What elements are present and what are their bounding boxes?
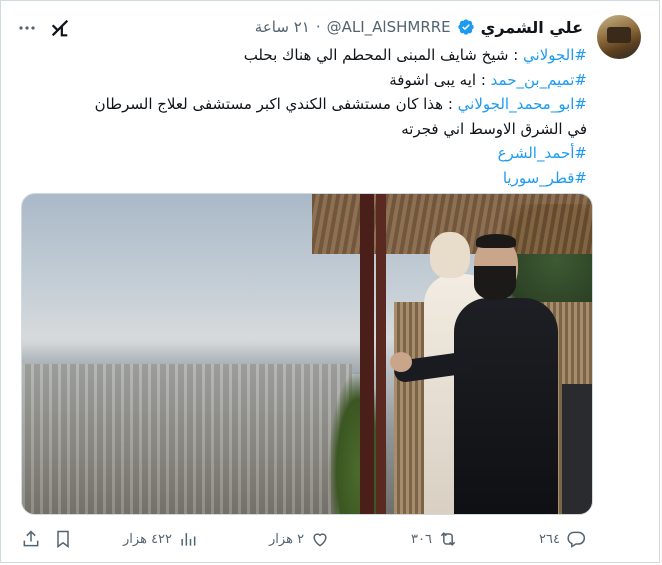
- more-icon[interactable]: [19, 25, 35, 31]
- photo-person-headdress: [430, 232, 470, 278]
- share-button[interactable]: [21, 525, 41, 553]
- reply-button[interactable]: ٢٦٤: [539, 525, 586, 553]
- repost-icon: [440, 532, 456, 546]
- tweet-line-text: في الشرق الاوسط اني فجرته: [401, 119, 587, 138]
- action-bar: ٢٦٤ ٣٠٦ ٢ هزار ٤٢٢ هزار: [21, 525, 591, 553]
- avatar[interactable]: [597, 15, 641, 59]
- hashtag-link[interactable]: #الجولاني: [523, 46, 587, 64]
- verified-badge-icon: [457, 19, 474, 35]
- like-button[interactable]: ٢ هزار: [269, 525, 330, 553]
- tweet-line-text: : شيخ شايف المبنى المحطم الي هناك بحلب: [243, 46, 524, 64]
- bookmark-icon: [57, 530, 69, 548]
- tweet-header: علي الشمري @ALI_AlSHMRRE · ٢١ ساعة: [255, 15, 583, 39]
- reply-icon: [567, 531, 586, 548]
- display-name[interactable]: علي الشمري: [481, 18, 583, 37]
- tweet-line: #أحمد_الشرع: [27, 141, 587, 166]
- tweet-text: #الجولاني : شيخ شايف المبنى المحطم الي ه…: [27, 43, 587, 191]
- repost-count: ٣٠٦: [411, 531, 432, 547]
- tweet-card[interactable]: علي الشمري @ALI_AlSHMRRE · ٢١ ساعة #الجو…: [0, 0, 660, 563]
- views-icon: [181, 533, 196, 546]
- repost-button[interactable]: ٣٠٦: [411, 525, 458, 553]
- tweet-line: #الجولاني : شيخ شايف المبنى المحطم الي ه…: [27, 43, 587, 68]
- photo-person-beard: [474, 266, 516, 300]
- timestamp[interactable]: ٢١ ساعة: [255, 18, 310, 36]
- photo-pole: [360, 194, 374, 514]
- photo-cityscape: [22, 364, 352, 514]
- tweet-line: #تميم_بن_حمد : ايه يبى اشوفة: [27, 68, 587, 93]
- separator-dot: ·: [315, 18, 321, 36]
- tweet-line-text: : ايه يبى اشوفة: [389, 70, 491, 89]
- bookmark-button[interactable]: [53, 525, 73, 553]
- tweet-line-text: : هذا كان مستشفى الكندي اكبر مستشفى لعلا…: [94, 95, 458, 114]
- hashtag-link[interactable]: #ابو_محمد_الجولاني: [458, 95, 587, 113]
- hashtag-link[interactable]: #قطر_سوريا: [503, 169, 587, 187]
- tweet-line: #قطر_سوريا: [27, 166, 587, 191]
- reply-count: ٢٦٤: [539, 531, 560, 547]
- share-icon: [23, 530, 39, 547]
- photo-person-hand: [390, 352, 412, 372]
- views-button[interactable]: ٤٢٢ هزار: [123, 525, 198, 553]
- avatar-image-detail: [607, 27, 631, 43]
- tweet-photo[interactable]: [21, 193, 593, 515]
- tweet-line: في الشرق الاوسط اني فجرته: [27, 117, 587, 142]
- views-count: ٤٢٢ هزار: [123, 531, 173, 547]
- photo-person-dark-suit: [454, 298, 558, 514]
- like-icon: [313, 533, 327, 547]
- hashtag-link[interactable]: #أحمد_الشرع: [498, 144, 587, 162]
- photo-chair: [562, 384, 592, 514]
- tweet-line: #ابو_محمد_الجولاني : هذا كان مستشفى الكن…: [27, 92, 587, 117]
- like-count: ٢ هزار: [269, 531, 305, 547]
- photo-person-hair: [476, 234, 516, 248]
- photo-pole: [376, 194, 386, 514]
- grok-icon[interactable]: [49, 17, 71, 39]
- hashtag-link[interactable]: #تميم_بن_حمد: [491, 71, 587, 89]
- handle[interactable]: @ALI_AlSHMRRE: [327, 18, 451, 36]
